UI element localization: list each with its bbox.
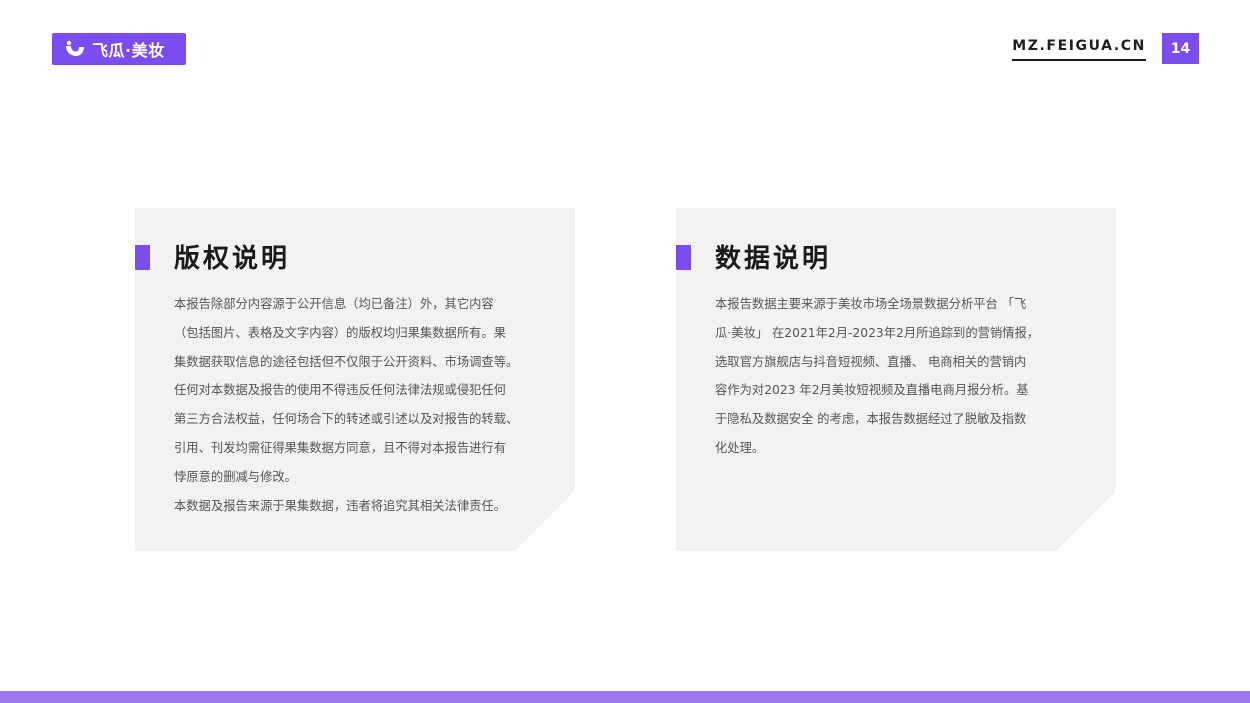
brand-logo[interactable]: 飞瓜·美妆 (52, 33, 186, 65)
copyright-line: （包括图片、表格及文字内容）的版权均归果集数据所有。果 (174, 325, 507, 340)
data-note-line: 瓜·美妆」 在2021年2月-2023年2月所追踪到的营销情报， (715, 325, 1040, 340)
data-note-body: 本报告数据主要来源于美妆市场全场景数据分析平台 「飞 瓜·美妆」 在2021年2… (715, 290, 1085, 463)
data-note-line: 本报告数据主要来源于美妆市场全场景数据分析平台 「飞 (715, 297, 1027, 311)
copyright-line: 集数据获取信息的途径包括但不仅限于公开资料、市场调查等。 (174, 354, 519, 369)
data-note-line: 于隐私及数据安全 的考虑，本报告数据经过了脱敏及指数 (715, 412, 1027, 427)
brand-name: 飞瓜·美妆 (92, 41, 165, 60)
copyright-line: 悖原意的删减与修改。 (174, 469, 297, 484)
site-url-link[interactable]: MZ.FEIGUA.CN (1012, 38, 1146, 61)
copyright-card: 版权说明 本报告除部分内容源于公开信息（均已备注）外，其它内容 （包括图片、表格… (135, 208, 575, 551)
copyright-body: 本报告除部分内容源于公开信息（均已备注）外，其它内容 （包括图片、表格及文字内容… (174, 290, 544, 520)
copyright-title: 版权说明 (174, 244, 291, 274)
title-accent-bar (135, 245, 150, 270)
copyright-line: 本数据及报告来源于果集数据，违者将追究其相关法律责任。 (174, 498, 507, 513)
page-number-badge: 14 (1162, 33, 1199, 64)
title-accent-bar (676, 245, 691, 270)
page: 飞瓜·美妆 MZ.FEIGUA.CN 14 版权说明 本报告除部分内容源于公开信… (0, 0, 1250, 703)
data-note-line: 化处理。 (715, 440, 765, 455)
copyright-line: 本报告除部分内容源于公开信息（均已备注）外，其它内容 (174, 297, 494, 311)
data-note-title: 数据说明 (715, 244, 832, 274)
bottom-accent-bar (0, 691, 1250, 703)
copyright-line: 任何对本数据及报告的使用不得违反任何法律法规或侵犯任何 (174, 383, 507, 398)
data-note-line: 容作为对2023 年2月美妆短视频及直播电商月报分析。基 (715, 383, 1029, 398)
feigua-logo-icon (66, 40, 84, 56)
data-note-card: 数据说明 本报告数据主要来源于美妆市场全场景数据分析平台 「飞 瓜·美妆」 在2… (676, 208, 1116, 551)
copyright-line: 第三方合法权益，任何场合下的转述或引述以及对报告的转载、 (174, 412, 519, 427)
copyright-line: 引用、刊发均需征得果集数据方同意，且不得对本报告进行有 (174, 440, 507, 455)
data-note-line: 选取官方旗舰店与抖音短视频、直播、 电商相关的营销内 (715, 354, 1027, 369)
